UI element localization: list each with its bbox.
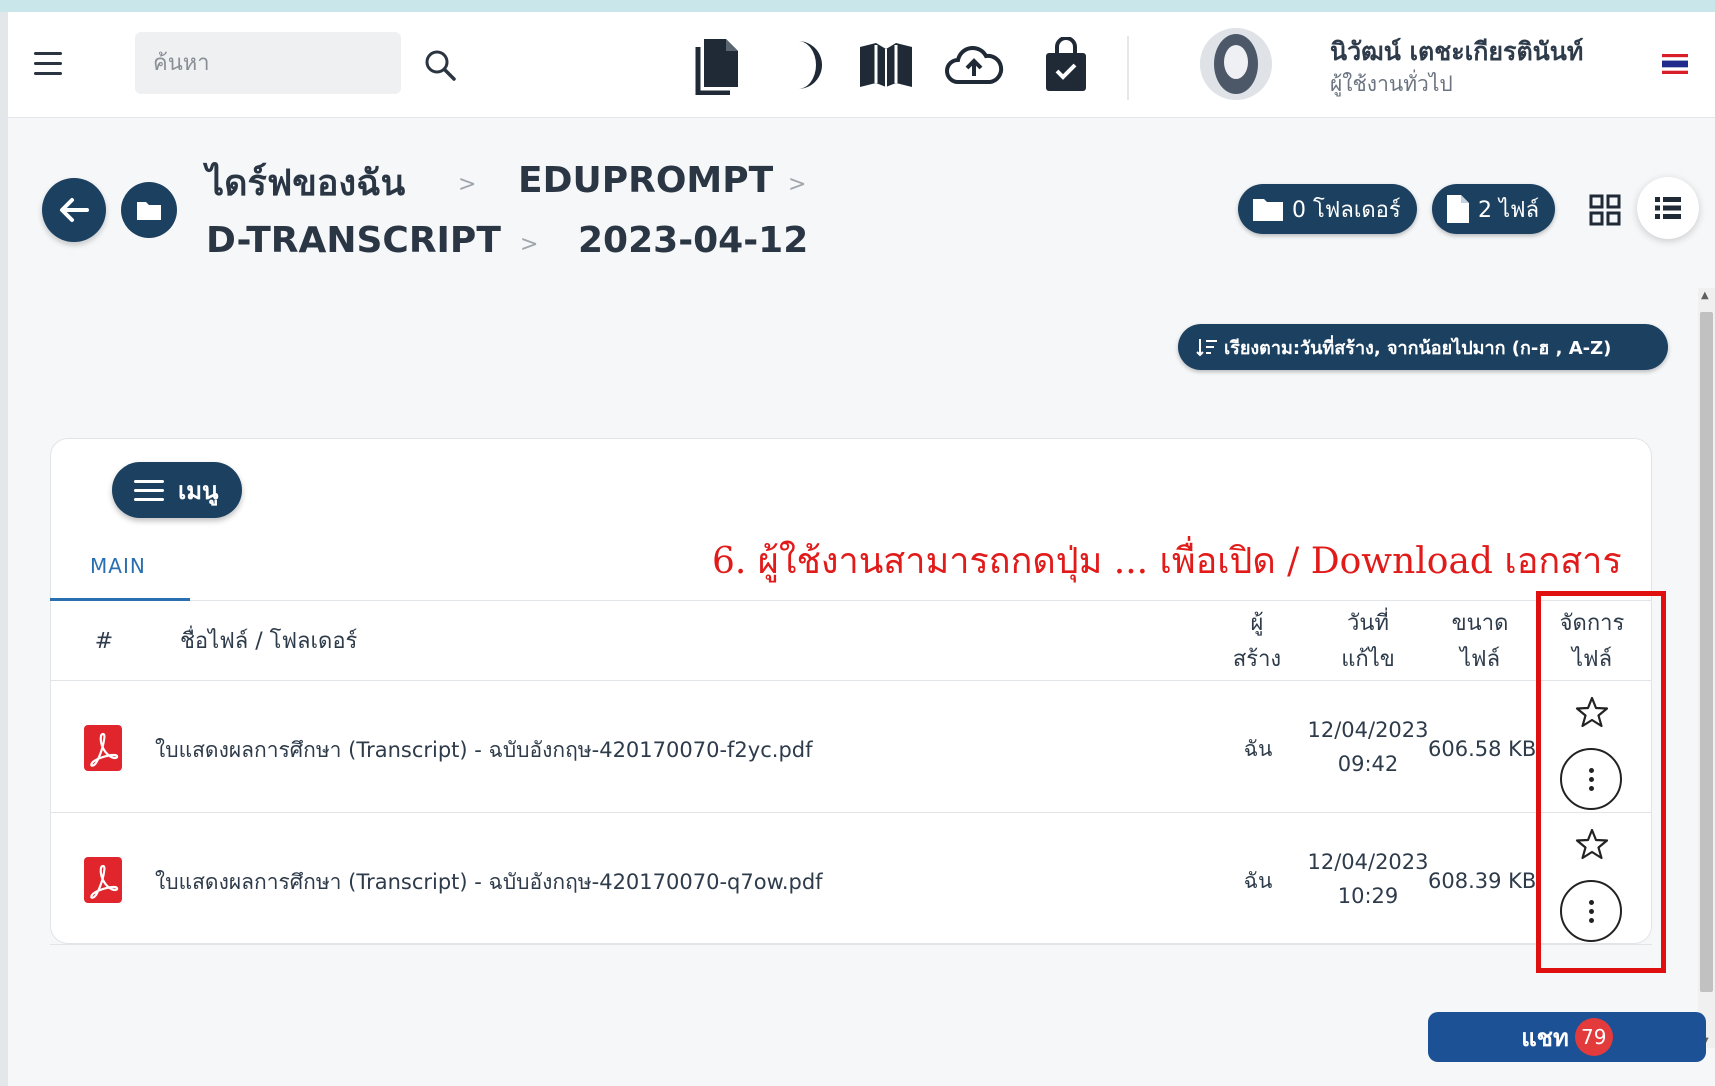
folder-icon — [137, 202, 161, 220]
column-header-date[interactable]: วันที่ แก้ไข — [1330, 606, 1406, 678]
folder-icon — [1253, 199, 1283, 221]
file-modified-date: 12/04/2023 — [1307, 718, 1429, 742]
row-divider — [50, 944, 1652, 945]
chat-unread-badge: 79 — [1574, 1018, 1613, 1056]
window-top-edge — [0, 0, 1715, 12]
tab-main[interactable]: MAIN — [90, 554, 146, 578]
file-modified: 12/04/2023 10:29 — [1306, 845, 1430, 913]
user-role: ผู้ใช้งานทั่วไป — [1330, 72, 1453, 96]
document-icon[interactable] — [686, 30, 750, 100]
tutorial-annotation: 6. ผู้ใช้งานสามารถกดปุ่ม ... เพื่อเปิด /… — [712, 541, 1622, 582]
search-input[interactable] — [135, 32, 401, 94]
avatar[interactable] — [1200, 28, 1272, 100]
book-icon[interactable] — [854, 30, 918, 100]
breadcrumb-separator: > — [520, 232, 539, 257]
file-modified-date: 12/04/2023 — [1307, 850, 1429, 874]
pdf-file-icon — [84, 725, 122, 771]
menu-button[interactable]: เมนู — [112, 462, 242, 518]
file-name-link[interactable]: ใบแสดงผลการศึกษา (Transcript) - ฉบับอังก… — [155, 734, 813, 767]
file-count-badge[interactable]: 2 ไฟล์ — [1432, 184, 1556, 234]
menu-icon — [134, 474, 164, 507]
folder-count-label: 0 โฟลเดอร์ — [1292, 197, 1401, 223]
file-icon — [1447, 195, 1469, 223]
row-divider — [50, 812, 1652, 813]
file-modified-time: 10:29 — [1337, 884, 1399, 908]
menu-label: เมนู — [178, 476, 219, 505]
chat-label: แชท — [1521, 1023, 1569, 1052]
column-header-index: # — [94, 629, 114, 654]
search-icon[interactable] — [423, 48, 457, 82]
annotation-highlight-box — [1536, 591, 1666, 973]
file-creator: ฉัน — [1243, 869, 1273, 893]
file-modified-time: 09:42 — [1337, 752, 1399, 776]
hamburger-menu-icon[interactable] — [34, 52, 70, 80]
back-button[interactable] — [42, 178, 106, 242]
file-name-link[interactable]: ใบแสดงผลการศึกษา (Transcript) - ฉบับอังก… — [155, 866, 823, 899]
breadcrumb-item-d-transcript[interactable]: D-TRANSCRIPT — [206, 220, 501, 261]
breadcrumb-separator: > — [458, 172, 477, 197]
cloud-upload-icon[interactable] — [942, 30, 1006, 100]
list-view-button[interactable] — [1637, 177, 1699, 239]
file-size: 608.39 KB — [1428, 869, 1537, 893]
breadcrumb-item-my-drive[interactable]: ไดร์ฟของฉัน — [206, 154, 405, 211]
pdf-file-icon — [84, 857, 122, 903]
arrow-left-icon — [60, 198, 89, 222]
header-divider — [50, 680, 1652, 681]
shopping-bag-icon[interactable] — [1034, 30, 1098, 100]
breadcrumb-separator: > — [788, 172, 807, 197]
window-left-edge — [0, 12, 8, 1086]
scrollbar-thumb[interactable] — [1700, 312, 1713, 992]
tab-active-indicator — [50, 598, 190, 601]
user-name: นิวัฒน์ เตชะเกียรตินันท์ — [1330, 37, 1584, 66]
column-header-creator[interactable]: ผู้ สร้าง — [1222, 606, 1292, 678]
column-header-name[interactable]: ชื่อไฟล์ / โฟลเดอร์ — [180, 624, 357, 660]
moon-icon[interactable] — [776, 30, 840, 100]
thai-flag-icon[interactable] — [1662, 54, 1688, 74]
toolbar-divider — [1127, 36, 1129, 100]
grid-view-icon[interactable] — [1589, 194, 1621, 226]
tabs-divider — [50, 600, 1652, 601]
breadcrumb-item-date[interactable]: 2023-04-12 — [578, 220, 808, 261]
column-header-size-line1: ขนาด — [1451, 611, 1509, 636]
scroll-up-arrow-icon[interactable]: ▲ — [1701, 290, 1709, 301]
file-count-label: 2 ไฟล์ — [1478, 197, 1540, 223]
chat-button[interactable]: แชท 79 — [1428, 1012, 1706, 1062]
column-header-date-line2: แก้ไข — [1341, 647, 1395, 672]
column-header-size-line2: ไฟล์ — [1459, 647, 1501, 672]
sort-label: เรียงตาม:วันที่สร้าง, จากน้อยไปมาก (ก-ฮ … — [1224, 337, 1612, 359]
column-header-date-line1: วันที่ — [1347, 611, 1389, 636]
sort-button[interactable]: เรียงตาม:วันที่สร้าง, จากน้อยไปมาก (ก-ฮ … — [1178, 324, 1668, 370]
file-modified: 12/04/2023 09:42 — [1306, 713, 1430, 781]
column-header-size[interactable]: ขนาด ไฟล์ — [1440, 606, 1520, 678]
file-size: 606.58 KB — [1428, 737, 1537, 761]
folder-count-badge[interactable]: 0 โฟลเดอร์ — [1238, 184, 1417, 234]
file-creator: ฉัน — [1243, 737, 1273, 761]
folder-home-button[interactable] — [121, 182, 177, 238]
column-header-creator-line1: ผู้ — [1250, 611, 1264, 636]
list-view-icon — [1655, 197, 1681, 219]
breadcrumb-item-eduprompt[interactable]: EDUPROMPT — [518, 160, 773, 201]
top-bar: นิวัฒน์ เตชะเกียรตินันท์ ผู้ใช้งานทั่วไป — [8, 12, 1715, 118]
column-header-creator-line2: สร้าง — [1232, 647, 1282, 672]
sort-icon — [1196, 339, 1217, 357]
